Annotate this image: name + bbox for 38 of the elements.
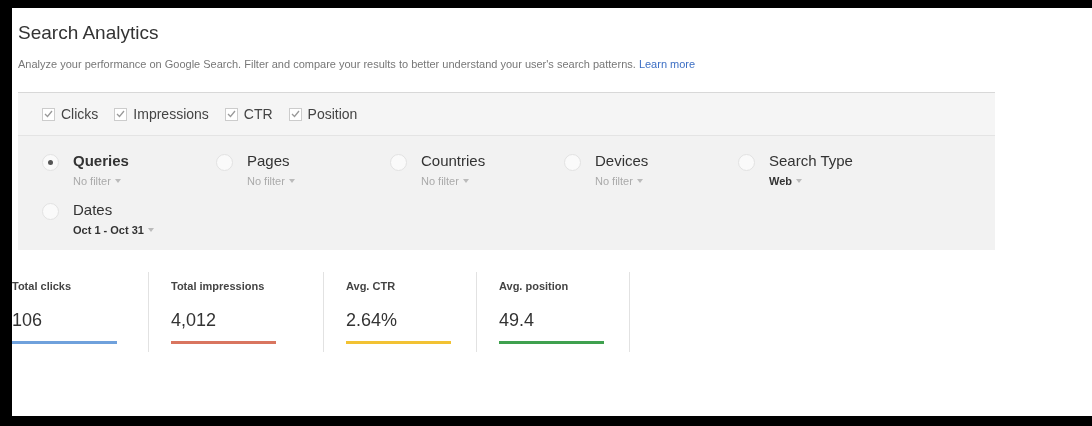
metric-label: Total impressions — [171, 280, 266, 292]
filter-dropdown[interactable]: No filter — [421, 175, 486, 187]
checkbox[interactable] — [288, 107, 302, 121]
description-text: Analyze your performance on Google Search. Filter and compare your results to better understand your user's search patterns. Learn more — [18, 58, 697, 70]
checkbox[interactable] — [42, 107, 55, 121]
filter-dropdown[interactable]: No filter — [73, 175, 129, 187]
filter-dropdown[interactable]: No filter — [595, 175, 649, 187]
grouping-label: Devices — [595, 152, 649, 169]
caret-icon — [462, 179, 469, 183]
caret-icon — [288, 179, 295, 183]
filter-dropdown[interactable]: Oct 1 - Oct 31 — [73, 224, 154, 236]
checkbox[interactable] — [224, 107, 238, 121]
caret-icon — [147, 228, 154, 232]
metric-label: Avg. position — [499, 280, 570, 292]
metric-label: Total clicks — [12, 280, 73, 292]
checkbox-label: Position — [307, 106, 358, 122]
caret-icon — [114, 179, 121, 183]
filter-dropdown[interactable]: Web — [769, 175, 853, 187]
grouping-label: Search Type — [769, 152, 853, 169]
filter-dropdown[interactable]: No filter — [247, 175, 295, 187]
metric-value: 4,012 — [171, 310, 218, 331]
checkbox-label: Clicks — [61, 106, 99, 122]
caret-icon — [796, 179, 803, 183]
checkbox-label: CTR — [243, 106, 273, 122]
page-title: Search Analytics — [18, 22, 160, 44]
radio-button[interactable] — [42, 154, 59, 171]
grouping-label: Queries — [73, 152, 129, 169]
grouping-label: Dates — [73, 201, 114, 218]
checkbox-label: Impressions — [133, 106, 209, 122]
metric-value: 106 — [12, 310, 44, 331]
grouping-label: Countries — [421, 152, 486, 169]
checkbox[interactable] — [114, 107, 128, 121]
metric-value: 2.64% — [346, 310, 399, 331]
metric-label: Avg. CTR — [346, 280, 397, 292]
learn-more-link[interactable]: Learn more — [638, 58, 696, 70]
metric-value: 49.4 — [499, 310, 536, 331]
caret-icon — [636, 179, 643, 183]
grouping-label: Pages — [247, 152, 291, 169]
